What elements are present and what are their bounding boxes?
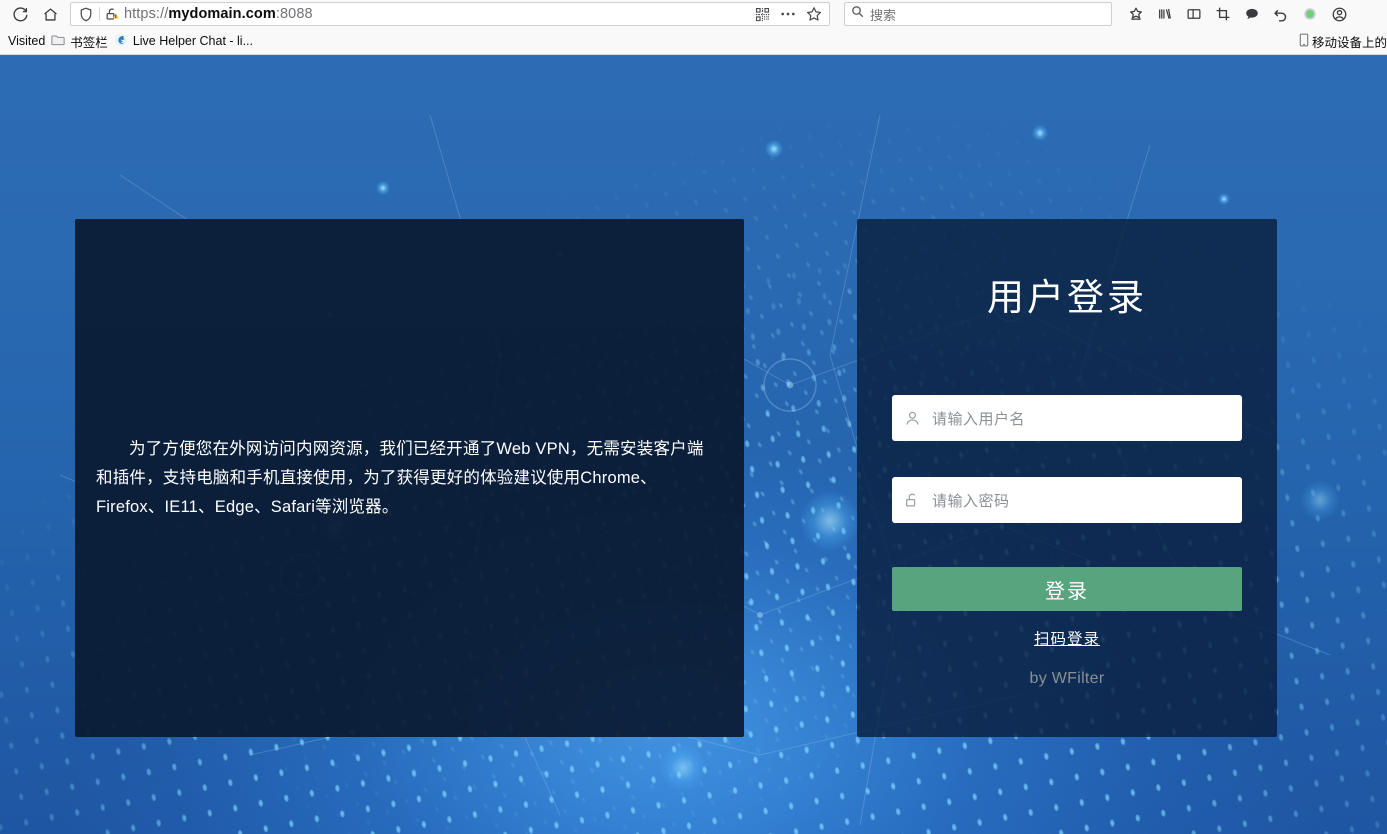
star-icon[interactable] [801,6,827,22]
url-scheme: https:// [124,6,168,22]
url-port: :8088 [276,6,313,22]
mobile-device-icon [1299,33,1309,50]
reload-icon[interactable] [6,1,34,27]
parrot-favicon [114,33,128,50]
lock-icon [892,492,932,509]
brand-text: by WFilter [857,670,1277,688]
username-input[interactable]: 请输入用户名 [892,395,1242,441]
username-placeholder: 请输入用户名 [932,408,1025,429]
info-panel: 为了方便您在外网访问内网资源，我们已经开通了Web VPN，无需安装客户端和插件… [75,219,744,737]
bookmark-item-visited[interactable]: Visited [8,32,51,50]
screenshot-crop-icon[interactable] [1209,1,1237,27]
chat-bubble-icon[interactable] [1238,1,1266,27]
bookmark-label: Visited [8,34,45,48]
account-icon[interactable] [1325,1,1353,27]
home-icon[interactable] [36,1,64,27]
bookmark-label: 书签栏 [70,32,108,51]
green-status-dot-icon[interactable] [1296,1,1324,27]
login-title: 用户登录 [857,267,1277,321]
search-icon [851,5,864,23]
page-actions-icon[interactable] [775,11,801,17]
library-icon[interactable] [1151,1,1179,27]
navigation-toolbar: https://mydomain.com:8088 [0,0,1387,28]
password-input[interactable]: 请输入密码 [892,477,1242,523]
login-button[interactable]: 登录 [892,567,1242,611]
tracking-protection-icon[interactable] [73,7,99,22]
bookmark-item-mobile-device[interactable]: 移动设备上的 [1299,32,1387,51]
bookmarks-bar: Visited 书签栏 Live Helper Chat - li... [0,28,1387,55]
user-icon [892,410,932,427]
folder-icon [51,34,65,49]
url-text: https://mydomain.com:8088 [124,6,749,22]
pocket-icon[interactable] [1122,1,1150,27]
info-panel-text: 为了方便您在外网访问内网资源，我们已经开通了Web VPN，无需安装客户端和插件… [75,435,744,522]
sidebar-icon[interactable] [1180,1,1208,27]
bookmark-item-folder[interactable]: 书签栏 [51,30,114,53]
qr-login-link[interactable]: 扫码登录 [857,627,1277,649]
bookmark-label: Live Helper Chat - li... [133,34,253,48]
url-bar[interactable]: https://mydomain.com:8088 [70,2,830,26]
bookmark-label: 移动设备上的 [1312,32,1387,51]
bookmark-item-live-helper-chat[interactable]: Live Helper Chat - li... [114,31,259,52]
login-panel: 用户登录 请输入用户名 请输入密码 登录 扫码登录 by WFilter [857,219,1277,737]
url-host: mydomain.com [168,6,276,22]
toolbar-right-icons [1122,1,1353,27]
password-placeholder: 请输入密码 [932,490,1010,511]
browser-chrome: https://mydomain.com:8088 [0,0,1387,55]
insecure-lock-icon[interactable] [100,7,124,22]
qr-code-icon[interactable] [749,7,775,22]
page-viewport: 为了方便您在外网访问内网资源，我们已经开通了Web VPN，无需安装客户端和插件… [0,55,1387,834]
search-input[interactable]: 搜索 [844,2,1112,26]
undo-arrow-icon[interactable] [1267,1,1295,27]
search-placeholder: 搜索 [870,5,896,24]
